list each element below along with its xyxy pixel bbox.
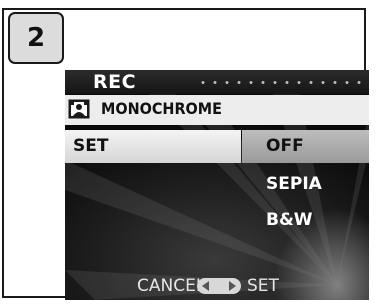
monochrome-label: MONOCHROME — [101, 99, 222, 118]
footer-hints: CANCEL SET — [65, 273, 369, 300]
rec-title: REC — [93, 71, 137, 93]
cancel-hint: CANCEL — [137, 276, 206, 296]
option-sepia[interactable]: SEPIA — [242, 168, 369, 201]
left-arrow-icon — [202, 281, 209, 291]
set-label-text: SET — [73, 136, 109, 156]
left-right-dpad-icon — [197, 278, 241, 294]
option-off-label: OFF — [266, 136, 304, 156]
camera-lcd-screen: REC MONOCHROME SET OFF SEPIA B&W CANCEL … — [65, 70, 369, 300]
option-sepia-label: SEPIA — [266, 174, 322, 194]
option-bw[interactable]: B&W — [242, 204, 369, 237]
step-number-badge: 2 — [8, 12, 64, 64]
option-bw-label: B&W — [266, 210, 313, 230]
menu-item-monochrome[interactable]: MONOCHROME — [65, 95, 369, 125]
set-hint: SET — [247, 276, 279, 296]
option-off[interactable]: OFF — [242, 130, 369, 163]
menu-header: REC — [65, 70, 369, 94]
monochrome-mode-icon — [68, 99, 90, 119]
header-dots — [197, 81, 363, 84]
set-label: SET — [65, 130, 241, 163]
right-arrow-icon — [229, 281, 236, 291]
step-number: 2 — [26, 23, 46, 53]
